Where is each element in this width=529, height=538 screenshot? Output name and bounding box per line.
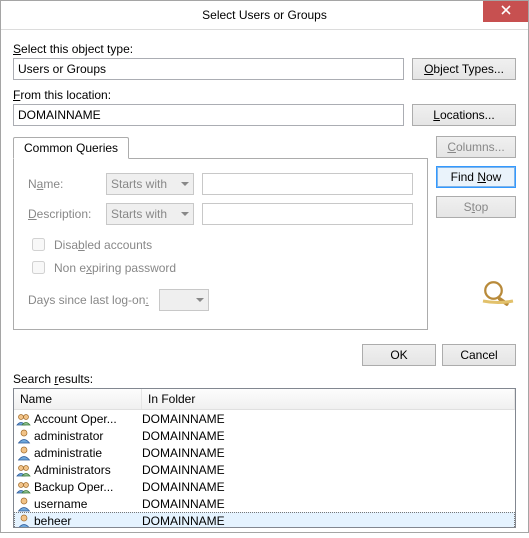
- results-body[interactable]: Account Oper...DOMAINNAMEadministratorDO…: [14, 410, 515, 527]
- results-header: Name In Folder: [14, 389, 515, 410]
- location-section: From this location: Locations...: [13, 88, 516, 126]
- queries-row: Common Queries Name: Starts with Descrip…: [13, 136, 516, 330]
- find-now-button[interactable]: Find Now: [436, 166, 516, 188]
- object-type-input[interactable]: [13, 58, 404, 80]
- disabled-accounts-input: [32, 238, 45, 251]
- group-icon: [16, 411, 32, 427]
- search-graphic-icon: [480, 278, 516, 306]
- common-queries-tab[interactable]: Common Queries: [13, 137, 129, 159]
- location-input[interactable]: [13, 104, 404, 126]
- result-folder: DOMAINNAME: [142, 514, 515, 528]
- days-since-logon-row: Days since last log-on:: [28, 289, 413, 311]
- search-results-label: Search results:: [13, 372, 516, 386]
- result-row[interactable]: usernameDOMAINNAME: [14, 495, 515, 512]
- close-icon: [501, 5, 511, 18]
- result-row[interactable]: administratorDOMAINNAME: [14, 427, 515, 444]
- bottom-buttons: OK Cancel: [13, 344, 516, 366]
- result-name: Backup Oper...: [34, 480, 142, 494]
- cancel-button[interactable]: Cancel: [442, 344, 516, 366]
- column-name[interactable]: Name: [14, 389, 142, 409]
- dialog-window: Select Users or Groups Select this objec…: [0, 0, 529, 533]
- description-input[interactable]: [202, 203, 413, 225]
- result-folder: DOMAINNAME: [142, 480, 515, 494]
- description-label: Description:: [28, 207, 98, 221]
- queries-panel: Common Queries Name: Starts with Descrip…: [13, 136, 428, 330]
- result-name: Account Oper...: [34, 412, 142, 426]
- column-folder[interactable]: In Folder: [142, 389, 515, 409]
- result-row[interactable]: Account Oper...DOMAINNAME: [14, 410, 515, 427]
- ok-button[interactable]: OK: [362, 344, 436, 366]
- result-row[interactable]: administratieDOMAINNAME: [14, 444, 515, 461]
- description-mode-value: Starts with: [111, 207, 167, 221]
- name-mode-combo: Starts with: [106, 173, 194, 195]
- result-name: administrator: [34, 429, 142, 443]
- result-row[interactable]: Backup Oper...DOMAINNAME: [14, 478, 515, 495]
- results-listview[interactable]: Name In Folder Account Oper...DOMAINNAME…: [13, 388, 516, 528]
- non-expiring-checkbox: Non expiring password: [28, 258, 413, 277]
- user-icon: [16, 496, 32, 512]
- result-name: username: [34, 497, 142, 511]
- disabled-accounts-label: Disabled accounts: [54, 238, 152, 252]
- non-expiring-label: Non expiring password: [54, 261, 176, 275]
- name-mode-value: Starts with: [111, 177, 167, 191]
- chevron-down-icon: [196, 298, 204, 302]
- chevron-down-icon: [181, 182, 189, 186]
- result-folder: DOMAINNAME: [142, 412, 515, 426]
- name-input[interactable]: [202, 173, 413, 195]
- result-row[interactable]: beheerDOMAINNAME: [14, 512, 515, 527]
- stop-button: Stop: [436, 196, 516, 218]
- days-since-logon-label: Days since last log-on:: [28, 293, 149, 307]
- result-folder: DOMAINNAME: [142, 446, 515, 460]
- disabled-accounts-checkbox: Disabled accounts: [28, 235, 413, 254]
- days-since-logon-combo: [159, 289, 209, 311]
- result-name: Administrators: [34, 463, 142, 477]
- result-name: administratie: [34, 446, 142, 460]
- non-expiring-input: [32, 261, 45, 274]
- description-mode-combo: Starts with: [106, 203, 194, 225]
- group-icon: [16, 462, 32, 478]
- object-types-button[interactable]: Object Types...: [412, 58, 516, 80]
- result-folder: DOMAINNAME: [142, 497, 515, 511]
- group-icon: [16, 479, 32, 495]
- user-icon: [16, 445, 32, 461]
- dialog-content: Select this object type: Object Types...…: [1, 30, 528, 538]
- user-icon: [16, 428, 32, 444]
- window-title: Select Users or Groups: [202, 8, 327, 22]
- chevron-down-icon: [181, 212, 189, 216]
- result-folder: DOMAINNAME: [142, 429, 515, 443]
- result-row[interactable]: AdministratorsDOMAINNAME: [14, 461, 515, 478]
- result-folder: DOMAINNAME: [142, 463, 515, 477]
- queries-tabpane: Name: Starts with Description: Starts wi…: [13, 158, 428, 330]
- object-type-section: Select this object type: Object Types...: [13, 42, 516, 80]
- name-label: Name:: [28, 177, 98, 191]
- object-type-label: Select this object type:: [13, 42, 516, 56]
- location-label: From this location:: [13, 88, 516, 102]
- user-icon: [16, 513, 32, 528]
- query-grid: Name: Starts with Description: Starts wi…: [28, 173, 413, 225]
- columns-button: Columns...: [436, 136, 516, 158]
- locations-button[interactable]: Locations...: [412, 104, 516, 126]
- close-button[interactable]: [483, 1, 528, 22]
- result-name: beheer: [34, 514, 142, 528]
- side-buttons: Columns... Find Now Stop: [436, 136, 516, 306]
- titlebar: Select Users or Groups: [1, 1, 528, 30]
